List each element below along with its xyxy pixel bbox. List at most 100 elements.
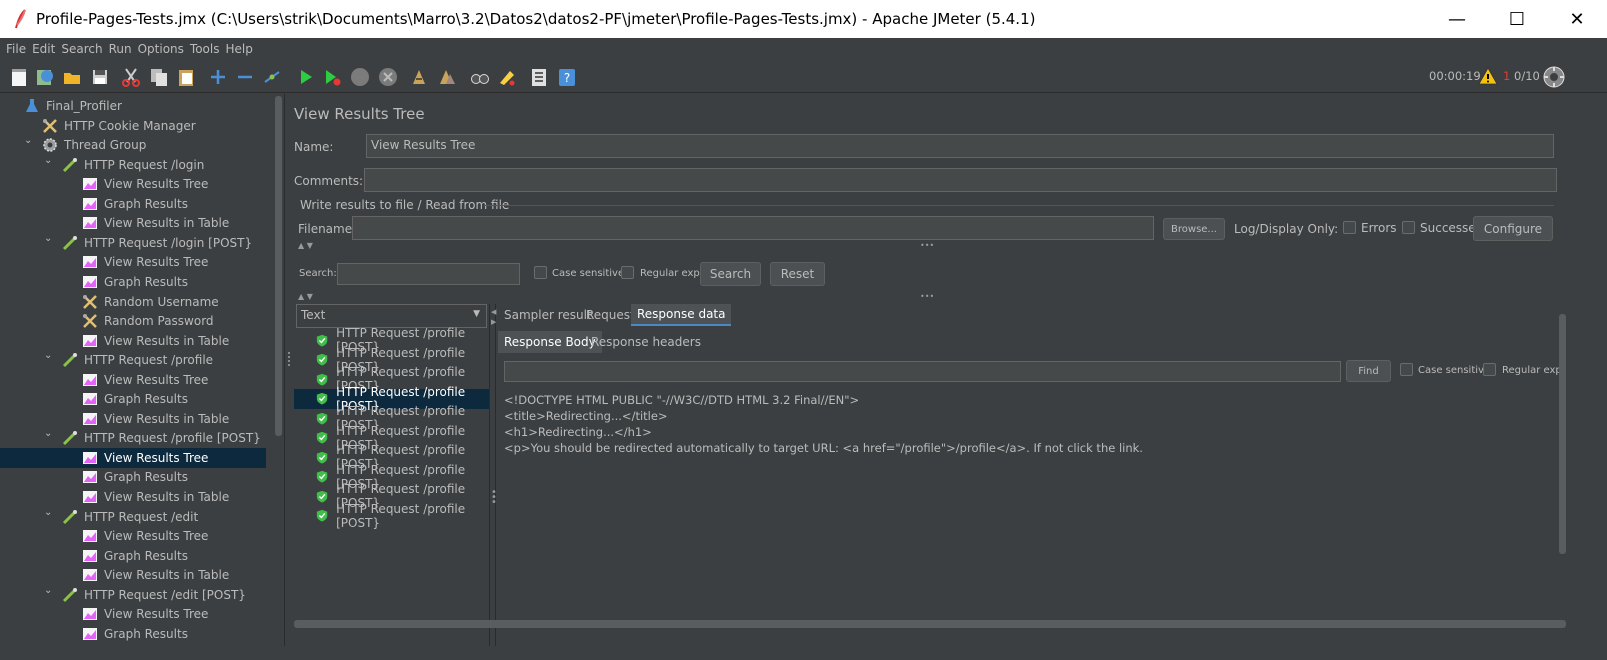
minimize-button[interactable]: — [1427,0,1487,38]
tree-expand-toggle[interactable]: ⌄ [44,350,52,361]
split-divider[interactable] [284,94,294,646]
tree-item[interactable]: ⌄ HTTP Request /profile [POST} [0,428,266,448]
cut-icon[interactable] [121,67,141,87]
collapse-arrows-2[interactable]: ▲ ▼ [298,292,313,301]
tree-item[interactable]: Final_Profiler [0,96,266,116]
warning-icon[interactable] [1478,66,1498,86]
tree-item[interactable]: Graph Results [0,194,266,214]
splitter-grip[interactable]: ••• [920,241,934,250]
tree-item[interactable]: View Results Tree [0,370,266,390]
tree-item[interactable]: ⌄ HTTP Request /login [0,155,266,175]
tree-item[interactable]: View Results in Table [0,487,266,507]
new-file-icon[interactable] [9,67,29,87]
tree-expand-toggle[interactable]: ⌄ [44,507,52,518]
menu-help[interactable]: Help [225,42,252,56]
case-sensitive-checkbox[interactable] [534,266,547,279]
collapse-arrows[interactable]: ▲ ▼ [298,241,313,250]
results-list[interactable]: HTTP Request /profile [POST} HTTP Request… [294,326,489,660]
templates-icon[interactable] [35,67,55,87]
tree-item[interactable]: Graph Results [0,546,266,566]
clear-icon[interactable] [409,67,429,87]
tree-item[interactable]: View Results Tree [0,526,266,546]
tree-item[interactable]: View Results Tree [0,604,266,624]
tree-scrollbar-thumb[interactable] [275,96,282,436]
filename-field[interactable] [352,216,1154,240]
tree-item[interactable]: Graph Results [0,467,266,487]
maximize-button[interactable]: ☐ [1487,0,1547,38]
tree-item[interactable]: Random Username [0,292,266,312]
tree-item[interactable]: View Results Tree [0,252,266,272]
tree-scrollbar[interactable] [272,94,284,646]
start-no-pauses-icon[interactable] [322,67,342,87]
menu-options[interactable]: Options [138,42,184,56]
tree-item[interactable]: View Results in Table [0,213,266,233]
test-plan-tree[interactable]: Final_Profiler HTTP Cookie Manager ⌄ Thread… [0,94,272,646]
tree-item[interactable]: HTTP Cookie Manager [0,116,266,136]
save-icon[interactable] [90,67,110,87]
splitter-grip-2[interactable]: ••• [920,292,934,301]
tab-request[interactable]: Request [586,304,635,326]
menu-search[interactable]: Search [61,42,102,56]
browse-button[interactable]: Browse... [1163,218,1225,240]
find-button[interactable]: Find [1346,360,1391,382]
menu-tools[interactable]: Tools [190,42,220,56]
errors-checkbox[interactable] [1343,221,1356,234]
clear-all-icon[interactable] [437,67,457,87]
tree-item[interactable]: ⌄ HTTP Request /login [POST} [0,233,266,253]
result-row[interactable]: HTTP Request /profile [POST} [294,502,489,530]
tree-item[interactable]: View Results in Table [0,409,266,429]
search-button[interactable]: Search [700,262,761,286]
collapse-all-icon[interactable] [235,67,255,87]
find-field[interactable] [504,361,1341,382]
tree-item[interactable]: View Results Tree [0,447,266,468]
tree-item[interactable]: Graph Results [0,272,266,292]
close-button[interactable]: ✕ [1547,0,1607,38]
renderer-select[interactable]: Text ▼ [296,304,487,328]
tab-response-data[interactable]: Response data [631,304,732,326]
subtab-response-headers[interactable]: Response headers [591,331,701,353]
start-icon[interactable] [296,67,316,87]
tree-item[interactable]: Random Password [0,311,266,331]
search-binoculars-icon[interactable] [470,67,490,87]
reset-search-icon[interactable] [497,67,517,87]
name-field[interactable]: View Results Tree [366,134,1554,158]
tree-item[interactable]: Graph Results [0,624,266,644]
regex-checkbox[interactable] [621,266,634,279]
tree-expand-toggle[interactable]: ⌄ [24,135,32,146]
tree-expand-toggle[interactable]: ⌄ [44,233,52,244]
configure-button[interactable]: Configure [1473,216,1553,241]
successes-checkbox[interactable] [1402,221,1415,234]
menu-file[interactable]: File [6,42,26,56]
tab-sampler-result[interactable]: Sampler result [504,304,592,326]
tree-item[interactable]: ⌄ HTTP Request /edit [0,507,266,527]
tree-expand-toggle[interactable]: ⌄ [44,585,52,596]
help-icon[interactable]: ? [557,67,577,87]
function-helper-icon[interactable] [529,67,549,87]
tree-item[interactable]: ⌄ HTTP Request /profile [0,350,266,370]
menu-run[interactable]: Run [109,42,132,56]
tree-item[interactable]: View Results Tree [0,174,266,194]
tree-item[interactable]: View Results in Table [0,331,266,351]
reset-button[interactable]: Reset [770,262,825,286]
search-field[interactable] [337,263,520,285]
tree-item[interactable]: ⌄ Thread Group [0,135,266,155]
stop-icon[interactable] [350,67,370,87]
tree-expand-toggle[interactable]: ⌄ [44,428,52,439]
find-regex-checkbox[interactable] [1483,363,1496,376]
response-scrollbar-thumb[interactable] [1559,314,1566,554]
results-splitter[interactable]: ◀ ▶ • • • [489,304,497,646]
tree-item[interactable]: Graph Results [0,389,266,409]
main-h-scrollbar[interactable] [294,620,1566,628]
find-case-checkbox[interactable] [1400,363,1413,376]
toggle-icon[interactable] [262,67,282,87]
paste-icon[interactable] [176,67,196,87]
open-folder-icon[interactable] [62,67,82,87]
menu-edit[interactable]: Edit [32,42,55,56]
tree-expand-toggle[interactable]: ⌄ [44,155,52,166]
copy-icon[interactable] [149,67,169,87]
shutdown-icon[interactable] [378,67,398,87]
tree-item[interactable]: ⌄ HTTP Request /edit [POST} [0,585,266,605]
subtab-response-body[interactable]: Response Body [498,331,602,353]
expand-all-icon[interactable] [208,67,228,87]
comments-field[interactable] [364,168,1557,192]
